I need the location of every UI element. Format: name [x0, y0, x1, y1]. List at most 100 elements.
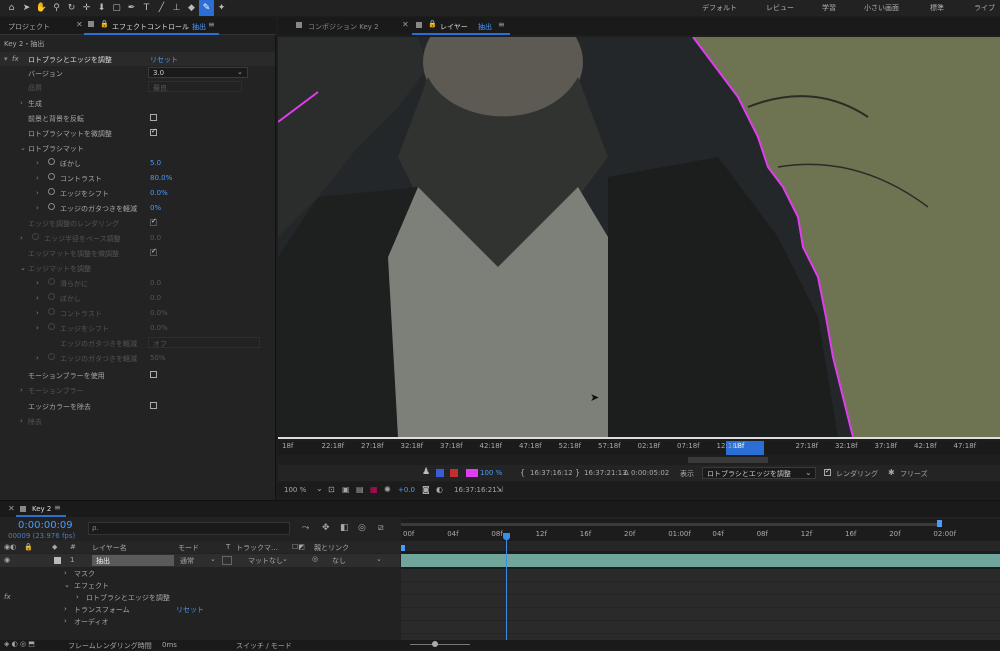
frame-icon[interactable]: ⊡ [328, 485, 335, 494]
zoom-slider-handle[interactable] [432, 641, 438, 647]
eye-icon[interactable]: ◉ [4, 556, 10, 564]
tab-timeline-key2[interactable]: Key 2 [32, 505, 51, 513]
chevron-down-icon[interactable]: ⌄ [210, 555, 216, 563]
tab-project[interactable]: プロジェクト [8, 22, 50, 32]
layer-row[interactable]: ◉ 1 抽出 通常 ⌄ マットなし ⌄ ◎ なし ⌄ [0, 554, 400, 567]
fx-icon[interactable]: fx [4, 593, 11, 601]
zoom-slider[interactable] [410, 641, 470, 647]
layer-name-box[interactable]: 抽出 [92, 555, 174, 566]
fx-icon[interactable]: fx [12, 55, 19, 63]
effects-group[interactable]: エフェクト [74, 581, 109, 591]
show-snapshot-icon[interactable]: ◐ [436, 485, 443, 494]
shy-icon[interactable]: ◧ [340, 523, 349, 533]
stopwatch-icon[interactable] [48, 158, 55, 165]
tab-effect-layer[interactable]: 抽出 [192, 22, 206, 32]
decon-section-row[interactable]: › 除去 [0, 414, 275, 428]
tab-composition[interactable]: コンポジション Key 2 [308, 22, 379, 32]
lock-icon[interactable]: 🔒 [100, 20, 109, 28]
chevron-right-icon[interactable]: › [36, 174, 39, 182]
draft-3d-icon[interactable]: ✥ [322, 523, 330, 533]
stopwatch-icon[interactable] [48, 188, 55, 195]
panel-menu-icon[interactable]: ≡ [498, 20, 505, 29]
chevron-right-icon[interactable]: › [20, 99, 23, 107]
overlay-color-swatch[interactable] [466, 469, 478, 477]
reset-link[interactable]: リセット [150, 55, 178, 65]
decon-checkbox[interactable] [150, 402, 157, 409]
chevron-down-icon[interactable]: ⌄ [316, 484, 323, 493]
mblur-checkbox[interactable] [150, 371, 157, 378]
chevron-right-icon[interactable]: › [36, 204, 39, 212]
channel-icon[interactable]: ▦ [370, 485, 378, 494]
chevron-down-icon[interactable]: ⌄ [20, 264, 26, 272]
chevron-down-icon[interactable]: ⌄ [282, 555, 288, 563]
work-area-end[interactable] [937, 520, 942, 527]
search-input[interactable]: ρ. [88, 522, 290, 535]
tab-effect-controls[interactable]: エフェクトコントロール [112, 22, 189, 32]
stopwatch-icon[interactable] [48, 173, 55, 180]
generate-row[interactable]: › 生成 [0, 96, 275, 110]
mblur-section-row[interactable]: › モーションブラー [0, 383, 275, 397]
shift-value[interactable]: 0.0% [150, 189, 168, 197]
bracket-icon[interactable]: } [575, 468, 580, 477]
in-time[interactable]: 16:37:16:12 [530, 469, 573, 477]
chevron-down-icon[interactable]: ⌄ [64, 581, 70, 589]
transform-group[interactable]: トランスフォーム [74, 605, 130, 615]
layer-duration-bar[interactable] [401, 554, 1000, 567]
bracket-icon[interactable]: { [520, 468, 525, 477]
timeline-tracks[interactable]: 00f 04f 08f 12f 16f 20f 01:00f 04f 08f 12f 16f 20f 0… [401, 519, 1000, 641]
effect-title-row[interactable]: ▾ fx ロトブラシとエッジを調整 リセット [0, 52, 275, 66]
motion-blur-icon[interactable]: ◎ [358, 523, 366, 533]
roto-effect-item[interactable]: ロトブラシとエッジを調整 [86, 593, 170, 603]
masks-group[interactable]: マスク [74, 569, 95, 579]
chevron-right-icon[interactable]: › [36, 159, 39, 167]
playhead-handle[interactable] [503, 533, 510, 540]
preserve-transparency[interactable] [222, 556, 232, 565]
work-area-bar[interactable] [688, 457, 768, 463]
stopwatch-icon[interactable] [48, 203, 55, 210]
current-timecode[interactable]: 0:00:00:09 [18, 520, 73, 531]
chevron-down-icon[interactable]: ⌄ [376, 555, 382, 563]
tab-layer[interactable]: レイヤー [440, 22, 468, 32]
pickwhip-icon[interactable]: ◎ [312, 555, 318, 563]
out-time[interactable]: 16:37:21:13 [584, 469, 627, 477]
playhead[interactable] [503, 533, 513, 641]
graph-editor-icon[interactable]: ⧄ [378, 523, 384, 533]
close-icon[interactable]: ✕ [402, 20, 409, 29]
timeline-ruler[interactable]: 00f 04f 08f 12f 16f 20f 01:00f 04f 08f 12f 16f 20f 0… [401, 529, 1000, 541]
workspace-0[interactable]: デフォルト [702, 3, 737, 13]
lock-icon[interactable]: 🔒 [428, 20, 437, 28]
freeze-button[interactable]: フリーズ [900, 469, 928, 479]
layer-matte[interactable]: マットなし [248, 556, 283, 566]
chevron-right-icon[interactable]: › [64, 617, 67, 625]
close-icon[interactable]: ✕ [8, 504, 15, 513]
refine-checkbox[interactable] [150, 127, 157, 136]
chevron-right-icon[interactable]: › [20, 386, 23, 394]
workspace-1[interactable]: レビュー [766, 3, 794, 13]
exposure-value[interactable]: +0.0 [398, 486, 415, 494]
transform-reset[interactable]: リセット [176, 605, 204, 615]
render-checkbox[interactable] [824, 467, 831, 476]
audio-group[interactable]: オーディオ [74, 617, 109, 627]
workspace-3[interactable]: 小さい画面 [864, 3, 899, 13]
grid-icon[interactable]: ▤ [356, 485, 364, 494]
panel-menu-icon[interactable]: ≡ [54, 503, 61, 512]
safe-area-icon[interactable]: ▣ [342, 485, 350, 494]
feather-value[interactable]: 5.0 [150, 159, 161, 167]
chevron-right-icon[interactable]: › [76, 593, 79, 601]
zoom-dropdown[interactable]: 100 % [284, 486, 306, 494]
workspace-4[interactable]: 標準 [930, 3, 944, 13]
workspace-2[interactable]: 学習 [822, 3, 836, 13]
viewer-time-ruler[interactable]: 18f 18f 22:18f 27:18f 32:18f 37:18f 42:18f 47:… [278, 441, 1000, 455]
work-area-bar[interactable] [401, 523, 939, 526]
background-swatch[interactable] [450, 469, 458, 477]
chevron-down-icon[interactable]: ▾ [4, 55, 8, 63]
person-icon[interactable]: ♟ [422, 467, 430, 477]
status-icons[interactable]: ◈ ◐ ◎ ⬒ [4, 640, 35, 648]
foreground-swatch[interactable] [436, 469, 444, 477]
freeze-icon[interactable]: ✱ [888, 468, 895, 477]
chatter-value[interactable]: 0% [150, 204, 161, 212]
overlay-opacity[interactable]: 100 % [480, 469, 502, 477]
header-name[interactable]: レイヤー名 [92, 543, 127, 553]
chevron-right-icon[interactable]: › [64, 569, 67, 577]
panel-menu-icon[interactable]: ≡ [208, 20, 215, 29]
